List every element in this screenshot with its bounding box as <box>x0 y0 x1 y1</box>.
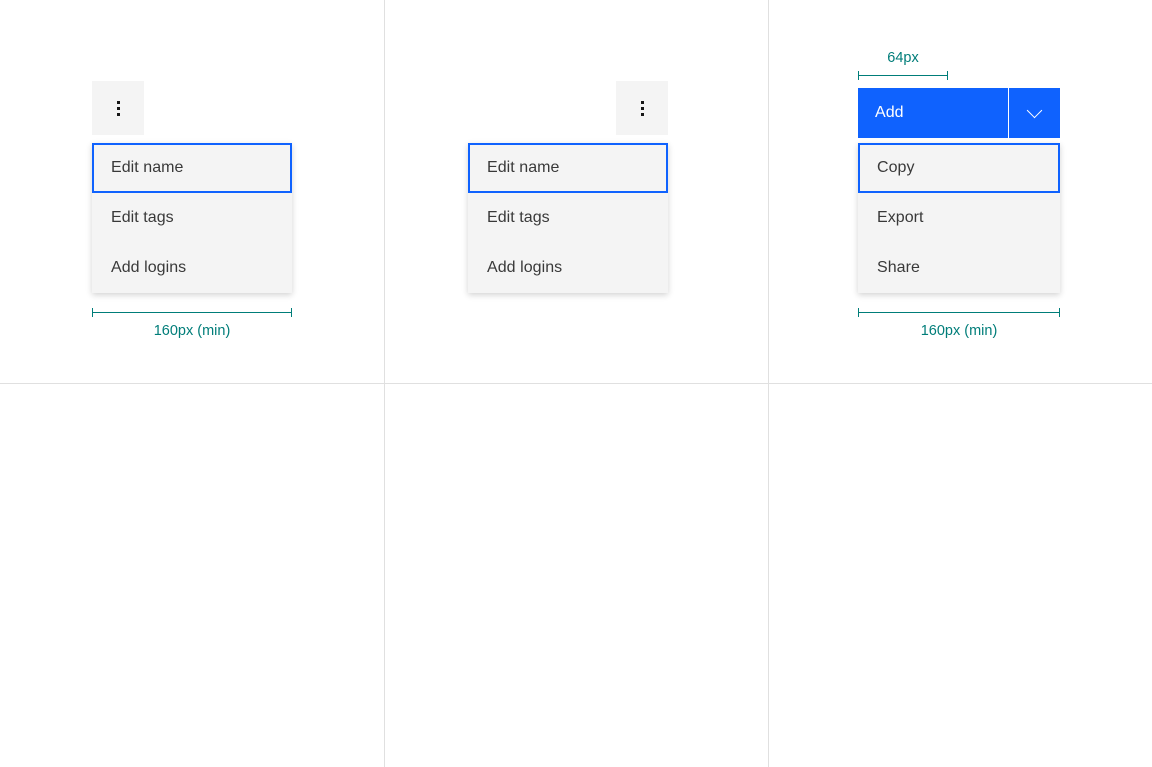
toggle-dimension-line <box>858 71 948 80</box>
panel-split-button-add-top: 64px Add Copy Export Share 160px (min) <box>768 0 1152 383</box>
menu-item[interactable]: Copy <box>858 143 1060 193</box>
panel-split-button-add-bottom: 64px Add Copy Export Share <box>0 384 384 767</box>
menu-item[interactable]: Edit tags <box>468 193 668 243</box>
chevron-down-icon <box>1026 102 1043 118</box>
menu-item[interactable]: Edit name <box>92 143 292 193</box>
overflow-vertical-icon <box>640 100 644 116</box>
dimension-label-width: 160px (min) <box>153 323 231 339</box>
panel-dropdown-actions-left: 64px Actions Create Copy Archive 160px (… <box>384 384 768 767</box>
panel-dropdown-actions-right: 64px Actions Create Copy Archive <box>768 384 1152 767</box>
split-button-add[interactable]: Add <box>858 88 1060 138</box>
menu-item[interactable]: Add logins <box>468 243 668 293</box>
menu-item[interactable]: Share <box>858 243 1060 293</box>
menu-item[interactable]: Add logins <box>92 243 292 293</box>
split-button-toggle[interactable] <box>1009 88 1060 138</box>
menu-item[interactable]: Export <box>858 193 1060 243</box>
dimension-label-width: 160px (min) <box>920 323 998 339</box>
menu-item[interactable]: Edit name <box>468 143 668 193</box>
panel-overflow-menu-left-aligned: Edit name Edit tags Add logins 160px (mi… <box>0 0 384 383</box>
overflow-menu-list: Edit name Edit tags Add logins <box>468 143 668 293</box>
menu-specification-grid: Edit name Edit tags Add logins 160px (mi… <box>0 0 1152 767</box>
overflow-menu-trigger[interactable] <box>92 81 144 135</box>
menu-item[interactable]: Edit tags <box>92 193 292 243</box>
toggle-dimension-label: 64px <box>887 50 919 66</box>
split-button-primary-action[interactable]: Add <box>858 88 1009 138</box>
dimension-line-width <box>858 308 1060 317</box>
split-button-menu-list: Copy Export Share <box>858 143 1060 293</box>
overflow-menu-list: Edit name Edit tags Add logins <box>92 143 292 293</box>
panel-overflow-menu-right-aligned: Edit name Edit tags Add logins <box>384 0 768 383</box>
overflow-menu-trigger[interactable] <box>616 81 668 135</box>
overflow-vertical-icon <box>116 100 120 116</box>
dimension-line-width <box>92 308 292 317</box>
